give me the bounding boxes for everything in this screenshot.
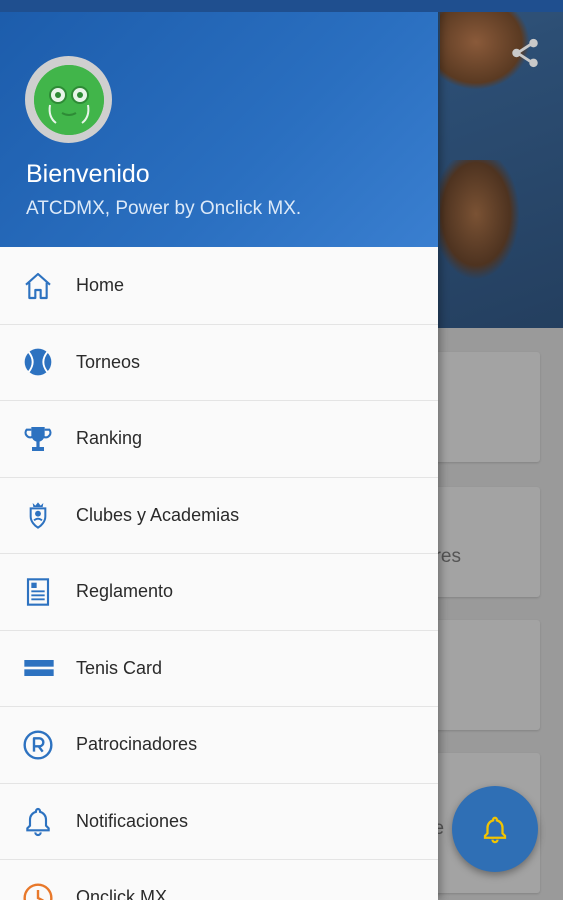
menu-item-label: Clubes y Academias [76, 504, 240, 525]
document-icon [26, 578, 50, 606]
robot-logo-icon [33, 64, 104, 135]
menu-item-notificaciones[interactable]: Notificaciones [0, 784, 438, 860]
menu-item-label: Reglamento [76, 581, 174, 602]
hero-image-detail [440, 160, 520, 280]
content-card[interactable] [424, 352, 540, 462]
status-bar [0, 0, 563, 12]
menu-item-tenis-card[interactable]: Tenis Card [0, 631, 438, 707]
trophy-icon [24, 426, 52, 451]
menu-item-label: Torneos [76, 351, 141, 372]
welcome-subtitle: ATCDMX, Power by Onclick MX. [26, 198, 302, 219]
bell-icon [26, 808, 50, 837]
menu-item-home[interactable]: Home [0, 248, 438, 325]
content-card[interactable] [424, 620, 540, 730]
avatar[interactable] [25, 56, 112, 143]
menu-item-patrocinadores[interactable]: Patrocinadores [0, 707, 438, 784]
navigation-drawer: Bienvenido ATCDMX, Power by Onclick MX. … [0, 0, 438, 900]
menu-item-label: Home [76, 275, 125, 296]
menu-item-label: Notificaciones [76, 810, 189, 831]
menu-item-reglamento[interactable]: Reglamento [0, 554, 438, 631]
welcome-title: Bienvenido [26, 160, 150, 188]
club-crest-icon [29, 502, 47, 530]
share-icon[interactable] [508, 36, 542, 70]
drawer-header: Bienvenido ATCDMX, Power by Onclick MX. [0, 0, 438, 247]
notifications-fab[interactable] [452, 786, 538, 872]
clock-icon [23, 883, 53, 900]
drawer-menu: Home Torneos Ranking Clubes y Academias … [0, 248, 438, 900]
menu-item-ranking[interactable]: Ranking [0, 401, 438, 478]
bell-icon [483, 816, 507, 844]
menu-item-label: Ranking [76, 428, 143, 449]
menu-item-clubes[interactable]: Clubes y Academias [0, 478, 438, 554]
menu-item-torneos[interactable]: Torneos [0, 325, 438, 401]
card-icon [24, 660, 54, 677]
tennis-ball-icon [24, 348, 52, 376]
menu-item-onclick[interactable]: Onclick MX [0, 860, 438, 900]
menu-item-label: Onclick MX [76, 887, 168, 900]
content-card[interactable] [424, 487, 540, 597]
menu-item-label: Patrocinadores [76, 734, 198, 755]
menu-item-label: Tenis Card [76, 657, 163, 678]
home-icon [25, 272, 51, 299]
registered-icon [23, 730, 53, 760]
